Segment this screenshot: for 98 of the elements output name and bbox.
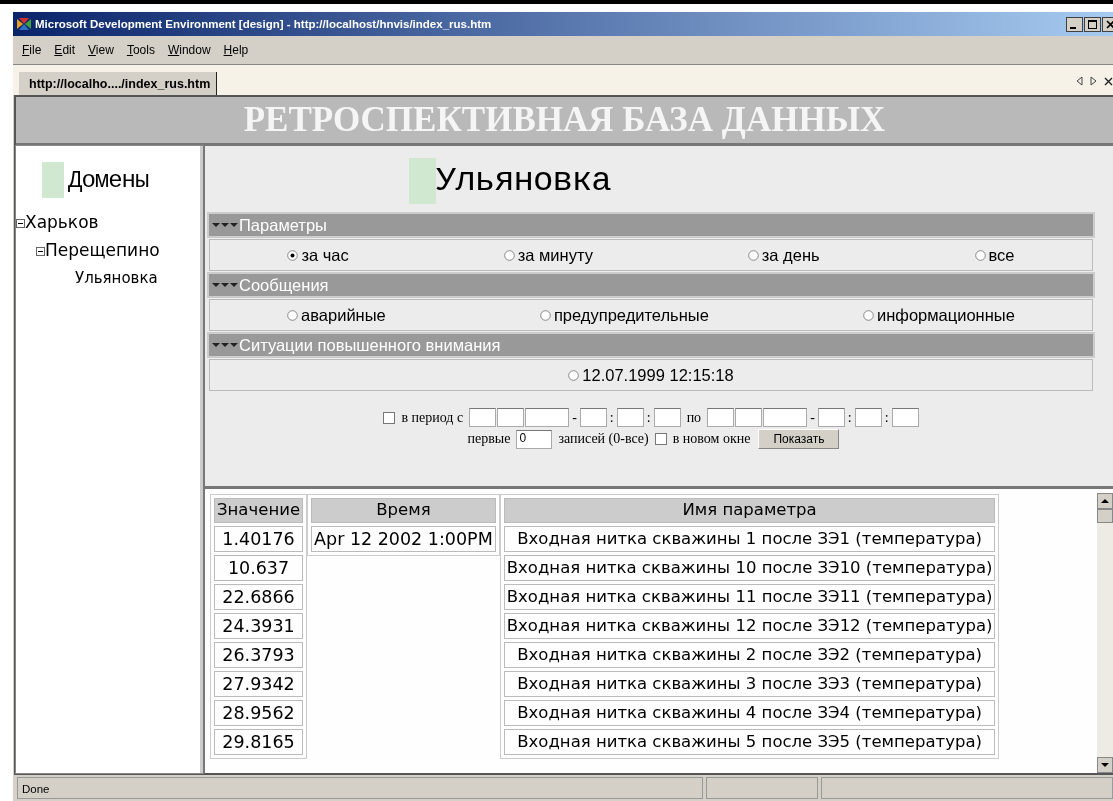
- separator: -: [810, 409, 815, 426]
- table-cell: Входная нитка скважины 11 после ЗЭ11 (температура): [503, 584, 996, 610]
- time-field[interactable]: [653, 408, 681, 427]
- checkbox[interactable]: [654, 433, 667, 445]
- scroll-up-icon[interactable]: [1097, 493, 1113, 509]
- arrows-icon: [212, 342, 239, 348]
- marker-icon: [42, 162, 64, 198]
- table-cell: Входная нитка скважины 10 после ЗЭ10 (температура): [503, 555, 996, 581]
- option-label[interactable]: все: [988, 245, 1015, 265]
- records-label: записей (0-все): [558, 431, 649, 447]
- period-label: в период с: [401, 409, 464, 426]
- menu-item[interactable]: View: [84, 43, 123, 57]
- table-cell: 22.6866: [214, 584, 304, 610]
- section-title: Сообщения: [239, 275, 329, 295]
- menu-item[interactable]: Help: [219, 43, 258, 57]
- table-cell: 29.8165: [214, 729, 304, 755]
- table-cell: 27.9342: [214, 671, 304, 697]
- table-cell: Apr 12 2002 1:00PM: [311, 526, 496, 552]
- menu-item[interactable]: Tools: [122, 43, 164, 57]
- to-label: по: [686, 409, 702, 426]
- table-cell: 1.40176: [214, 526, 304, 552]
- time-field[interactable]: [616, 408, 644, 427]
- window-title: Microsoft Development Environment [design] - http://localhost/hnvis/index_rus.htm: [35, 18, 492, 30]
- table-cell: 26.3793: [214, 642, 304, 668]
- time-field[interactable]: [579, 408, 607, 427]
- marker-icon: [409, 158, 436, 204]
- radio-button[interactable]: [287, 249, 299, 261]
- radio-button[interactable]: [287, 309, 299, 321]
- banner-title: РЕТРОСПЕКТИВНАЯ БАЗА ДАННЫХ: [243, 100, 886, 140]
- option-label[interactable]: за час: [301, 245, 349, 265]
- column-header: Имя параметра: [503, 498, 996, 523]
- section-title: Ситуации повышенного внимания: [239, 335, 501, 355]
- scroll-left-icon[interactable]: [1076, 76, 1083, 86]
- first-label: первые: [467, 431, 511, 447]
- menu-item[interactable]: Edit: [50, 43, 85, 57]
- option-label[interactable]: за день: [761, 245, 820, 265]
- table-cell: Входная нитка скважины 2 после ЗЭ2 (температура): [503, 642, 996, 668]
- table-cell: Входная нитка скважины 12 после ЗЭ12 (температура): [503, 613, 996, 639]
- table-cell: 28.9562: [214, 700, 304, 726]
- menu-item[interactable]: File: [18, 43, 51, 57]
- radio-button[interactable]: [568, 369, 580, 381]
- date-field[interactable]: [763, 408, 808, 427]
- separator: :: [646, 409, 651, 426]
- arrows-icon: [212, 282, 239, 288]
- radio-button[interactable]: [747, 249, 759, 261]
- radio-button[interactable]: [539, 309, 551, 321]
- table-cell: 24.3931: [214, 613, 304, 639]
- column-header: Время: [311, 498, 496, 523]
- collapse-icon[interactable]: [36, 246, 45, 256]
- date-field[interactable]: [735, 408, 763, 427]
- menu-item[interactable]: Window: [163, 43, 220, 57]
- option-label[interactable]: предупредительные: [553, 305, 709, 325]
- scroll-right-icon[interactable]: [1090, 76, 1097, 86]
- time-field[interactable]: [817, 408, 845, 427]
- section-title: Параметры: [239, 215, 327, 235]
- radio-button[interactable]: [974, 249, 986, 261]
- separator: :: [609, 409, 614, 426]
- date-field[interactable]: [497, 408, 525, 427]
- collapse-icon[interactable]: [16, 218, 25, 228]
- date-field[interactable]: [525, 408, 570, 427]
- checkbox[interactable]: [383, 411, 396, 424]
- scrollbar[interactable]: [1097, 493, 1113, 773]
- separator: -: [572, 409, 577, 426]
- table-cell: 10.637: [214, 555, 304, 581]
- radio-button[interactable]: [503, 249, 515, 261]
- close-icon[interactable]: [1104, 76, 1113, 86]
- separator: :: [884, 409, 889, 426]
- show-button[interactable]: Показать: [758, 429, 840, 449]
- sidebar-title: Домены: [68, 166, 149, 194]
- date-field[interactable]: [469, 408, 497, 427]
- separator: :: [847, 409, 852, 426]
- option-label[interactable]: 12.07.1999 12:15:18: [582, 365, 734, 385]
- time-field[interactable]: [854, 408, 882, 427]
- document-tab[interactable]: http://localho..../index_rus.htm: [19, 72, 218, 95]
- app-logo-icon: [16, 17, 32, 31]
- table-cell: Входная нитка скважины 3 после ЗЭ3 (температура): [503, 671, 996, 697]
- arrows-icon: [212, 222, 239, 228]
- radio-button[interactable]: [863, 309, 874, 321]
- time-field[interactable]: [891, 408, 919, 427]
- status-text: Done: [17, 777, 703, 799]
- minimize-icon[interactable]: [1066, 16, 1083, 32]
- page-title: Ульяновка: [436, 162, 611, 200]
- maximize-icon[interactable]: [1084, 16, 1101, 32]
- new-window-label: в новом окне: [672, 431, 751, 447]
- option-label[interactable]: информационные: [877, 305, 1015, 325]
- option-label[interactable]: аварийные: [301, 305, 386, 325]
- column-header: Значение: [214, 498, 304, 523]
- table-cell: Входная нитка скважины 5 после ЗЭ5 (температура): [503, 729, 996, 755]
- scroll-down-icon[interactable]: [1097, 757, 1113, 773]
- tree-item[interactable]: Перещепино: [45, 240, 160, 260]
- scroll-thumb[interactable]: [1097, 509, 1113, 523]
- date-field[interactable]: [707, 408, 735, 427]
- table-cell: Входная нитка скважины 1 после ЗЭ1 (температура): [503, 526, 996, 552]
- count-field[interactable]: 0: [516, 429, 553, 449]
- option-label[interactable]: за минуту: [517, 245, 593, 265]
- tree-item[interactable]: Харьков: [25, 212, 99, 232]
- tree-item[interactable]: Ульяновка: [56, 269, 158, 287]
- table-cell: Входная нитка скважины 4 после ЗЭ4 (температура): [503, 700, 996, 726]
